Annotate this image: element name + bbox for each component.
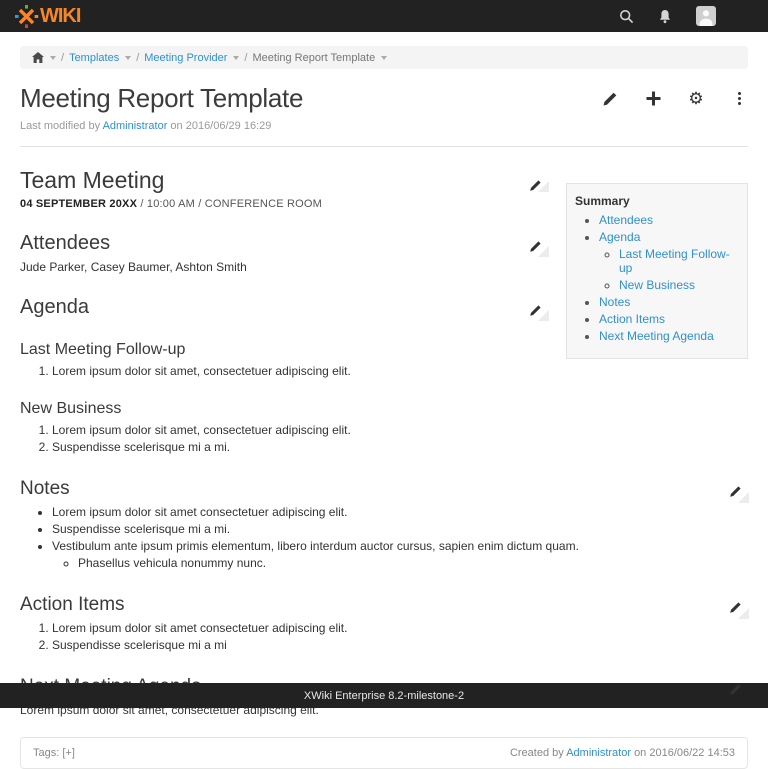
new-business-heading: New Business	[20, 400, 748, 418]
summary-title: Summary	[575, 194, 739, 208]
new-business-list: Lorem ipsum dolor sit amet, consectetuer…	[20, 423, 748, 454]
meeting-time-location: / 10:00 AM / CONFERENCE ROOM	[137, 198, 322, 210]
list-item: Next Meeting Agenda	[599, 329, 739, 343]
summary-list: Attendees Agenda Last Meeting Follow-up …	[575, 213, 739, 343]
page-title: Meeting Report Template	[20, 83, 303, 114]
agenda-heading-text: Agenda	[20, 296, 89, 318]
breadcrumb-separator: /	[61, 52, 64, 64]
document-content: Summary Attendees Agenda Last Meeting Fo…	[0, 167, 768, 717]
summary-link-attendees[interactable]: Attendees	[599, 213, 653, 227]
modified-user-link[interactable]: Administrator	[103, 120, 168, 132]
list-item: Lorem ipsum dolor sit amet, consectetuer…	[52, 423, 748, 437]
breadcrumb-current-page: Meeting Report Template	[252, 52, 375, 64]
list-item: Notes	[599, 295, 739, 309]
add-tag-button[interactable]: [+]	[62, 747, 75, 759]
list-item: Suspendisse scelerisque mi a mi	[52, 638, 748, 652]
xwiki-logo[interactable]: WIKI	[14, 4, 80, 29]
edit-pencil-icon[interactable]	[601, 90, 619, 108]
action-items-heading: Action Items	[20, 594, 748, 616]
more-kebab-icon[interactable]	[730, 90, 748, 108]
notes-sublist: Phasellus vehicula nonummy nunc.	[52, 556, 748, 570]
section-edit-pencil-icon[interactable]	[729, 598, 748, 617]
chevron-down-icon[interactable]	[381, 56, 387, 60]
search-icon[interactable]	[619, 9, 634, 24]
created-suffix: on 2016/06/22 14:53	[634, 747, 735, 759]
summary-panel: Summary Attendees Agenda Last Meeting Fo…	[566, 183, 748, 359]
breadcrumb-separator: /	[244, 52, 247, 64]
notes-heading-text: Notes	[20, 478, 70, 499]
list-item: Suspendisse scelerisque mi a mi.	[52, 522, 748, 536]
summary-link-notes[interactable]: Notes	[599, 295, 630, 309]
summary-link-next-meeting[interactable]: Next Meeting Agenda	[599, 329, 714, 343]
page-actions: ⚙	[601, 90, 748, 108]
attendees-heading-text: Attendees	[20, 232, 110, 254]
list-item: Last Meeting Follow-up	[619, 247, 739, 275]
list-item-text: Vestibulum ante ipsum primis elementum, …	[52, 539, 579, 553]
list-item: Attendees	[599, 213, 739, 227]
user-avatar[interactable]	[696, 6, 716, 26]
top-navbar: WIKI	[0, 0, 768, 32]
section-edit-pencil-icon[interactable]	[529, 300, 548, 319]
list-item: Lorem ipsum dolor sit amet consectetuer …	[52, 621, 748, 635]
created-user-link[interactable]: Administrator	[566, 747, 631, 759]
summary-link-new-business[interactable]: New Business	[619, 278, 695, 292]
list-item: Lorem ipsum dolor sit amet consectetuer …	[52, 505, 748, 519]
created-prefix: Created by	[510, 747, 564, 759]
notifications-bell-icon[interactable]	[658, 9, 672, 24]
action-items-heading-text: Action Items	[20, 594, 125, 615]
home-icon[interactable]	[32, 52, 44, 63]
last-modified-line: Last modified by Administrator on 2016/0…	[0, 114, 768, 132]
tags-label: Tags:	[33, 747, 59, 759]
chevron-down-icon[interactable]	[233, 56, 239, 60]
add-plus-icon[interactable]	[644, 90, 662, 108]
docinfo-bar: Tags: [+] Created by Administrator on 20…	[20, 737, 748, 769]
tags-area: Tags: [+]	[33, 747, 75, 759]
meeting-title-text: Team Meeting	[20, 167, 164, 193]
notes-list: Lorem ipsum dolor sit amet consectetuer …	[20, 505, 748, 570]
breadcrumb-separator: /	[136, 52, 139, 64]
section-edit-pencil-icon[interactable]	[729, 482, 748, 501]
version-footer: XWiki Enterprise 8.2-milestone-2	[0, 683, 768, 708]
modified-suffix: on 2016/06/29 16:29	[170, 120, 271, 132]
list-item: Agenda Last Meeting Follow-up New Busine…	[599, 230, 739, 292]
created-by-line: Created by Administrator on 2016/06/22 1…	[510, 747, 735, 759]
summary-sublist: Last Meeting Follow-up New Business	[599, 247, 739, 292]
list-item: Vestibulum ante ipsum primis elementum, …	[52, 539, 748, 570]
list-item: New Business	[619, 278, 739, 292]
summary-link-agenda[interactable]: Agenda	[599, 230, 640, 244]
list-item: Action Items	[599, 312, 739, 326]
version-text: XWiki Enterprise 8.2-milestone-2	[304, 690, 464, 702]
breadcrumb: / Templates / Meeting Provider / Meeting…	[20, 46, 748, 69]
breadcrumb-link-templates[interactable]: Templates	[69, 52, 119, 64]
action-items-list: Lorem ipsum dolor sit amet consectetuer …	[20, 621, 748, 652]
chevron-down-icon[interactable]	[50, 56, 56, 60]
xwiki-x-icon	[14, 4, 39, 29]
summary-link-follow-up[interactable]: Last Meeting Follow-up	[619, 247, 730, 275]
logo-text: WIKI	[40, 6, 80, 26]
section-edit-pencil-icon[interactable]	[529, 171, 548, 190]
summary-link-action-items[interactable]: Action Items	[599, 312, 665, 326]
header-divider	[20, 146, 748, 147]
list-item: Phasellus vehicula nonummy nunc.	[78, 556, 748, 570]
menu-hamburger-icon[interactable]	[740, 11, 754, 21]
list-item: Suspendisse scelerisque mi a mi.	[52, 440, 748, 454]
meeting-date: 04 SEPTEMBER 20XX	[20, 198, 137, 210]
chevron-down-icon[interactable]	[125, 56, 131, 60]
notes-heading: Notes	[20, 478, 748, 500]
section-edit-pencil-icon[interactable]	[529, 236, 548, 255]
breadcrumb-link-meeting-provider[interactable]: Meeting Provider	[144, 52, 227, 64]
list-item: Lorem ipsum dolor sit amet, consectetuer…	[52, 364, 748, 378]
modified-prefix: Last modified by	[20, 120, 100, 132]
settings-gear-icon[interactable]: ⚙	[687, 90, 705, 108]
follow-up-list: Lorem ipsum dolor sit amet, consectetuer…	[20, 364, 748, 378]
